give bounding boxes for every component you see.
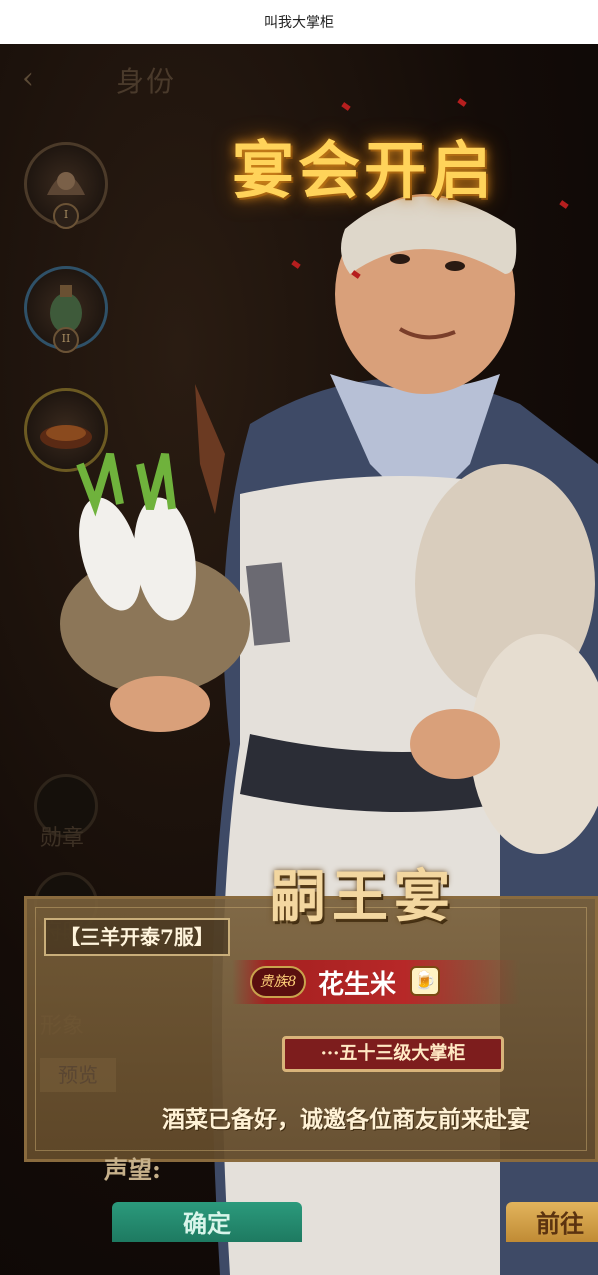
invite-text: 酒菜已备好，诚邀各位商友前来赴宴 [162, 1106, 530, 1133]
preview-button[interactable]: 预览 [40, 1058, 116, 1092]
confirm-button[interactable]: 确定 [112, 1202, 302, 1242]
vip-badge: 贵族8 [250, 966, 306, 998]
prestige-label: 声望: [104, 1155, 161, 1184]
app-title: 叫我大掌柜 [264, 14, 334, 30]
rank-plate: ···五十三级大掌柜 [282, 1036, 504, 1072]
server-tag: 【三羊开泰7服】 [44, 918, 230, 956]
feast-title: 嗣王宴 [270, 864, 456, 930]
feast-open-banner: 宴会开启 [232, 134, 497, 207]
beer-icon: 🍺 [410, 966, 440, 996]
game-screen: ‹ 身份 I II 勋章 府邸 形象 [0, 44, 598, 1275]
player-name: 花生米 [318, 970, 397, 1000]
go-button[interactable]: 前往 [506, 1202, 598, 1242]
app-title-bar: 叫我大掌柜 [0, 0, 598, 44]
